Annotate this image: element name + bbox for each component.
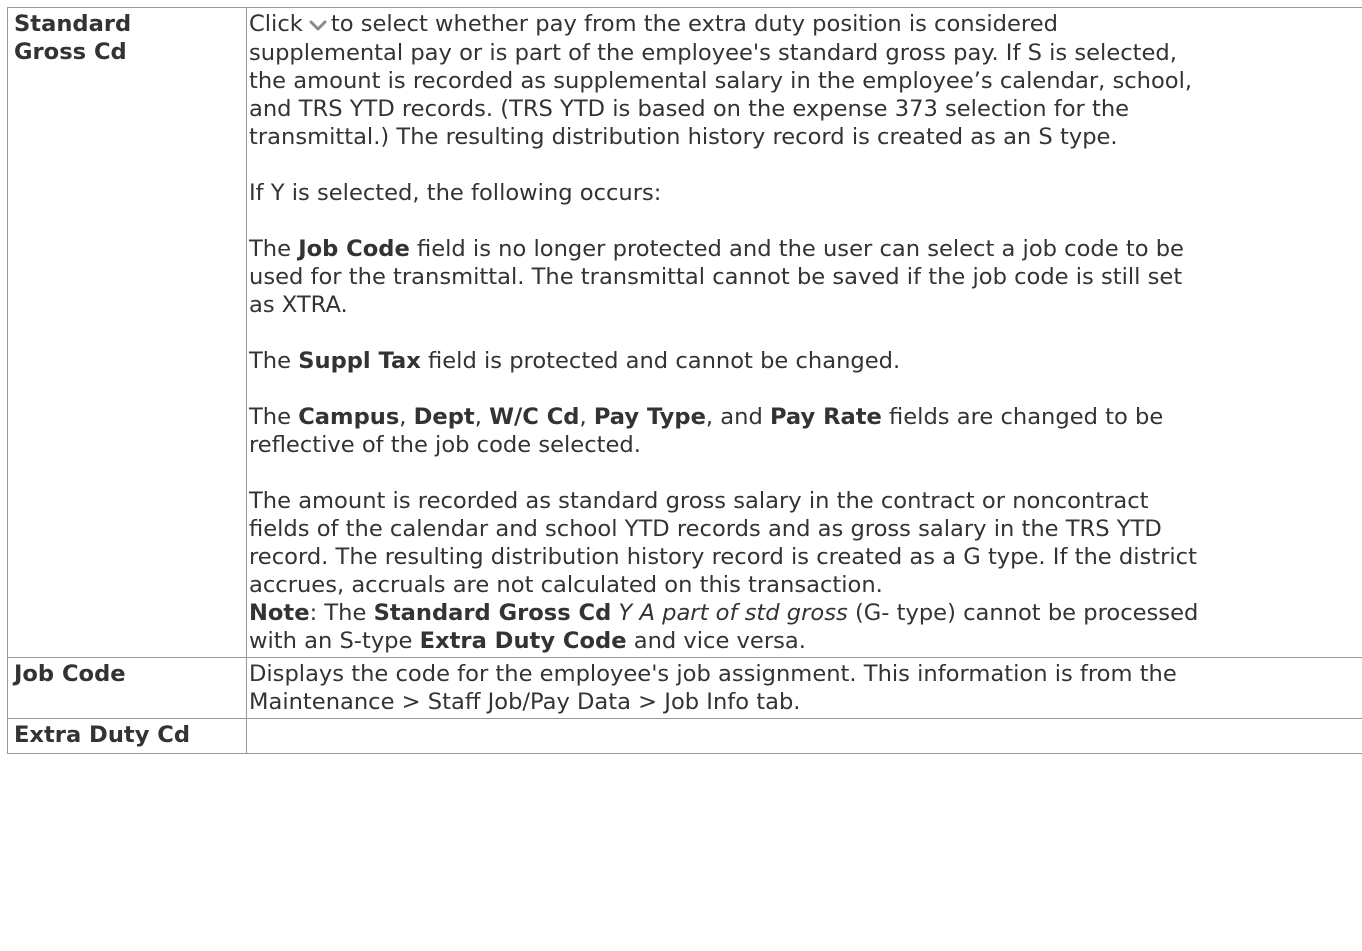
text-fragment: field is protected and cannot be changed…: [428, 348, 901, 374]
field-description-cell: Click to select whether pay from the extr…: [246, 7, 1362, 658]
description-paragraph: The amount is recorded as standard gross…: [249, 487, 1362, 599]
field-description-cell: [246, 718, 1362, 754]
text-line: reflective of the job code selected.: [249, 432, 641, 458]
field-name-bold: Suppl Tax: [298, 348, 421, 374]
description-paragraph: The Job Code field is no longer protecte…: [249, 235, 1362, 319]
field-name-bold: Dept: [413, 404, 475, 430]
field-label-cell: Extra Duty Cd: [7, 718, 247, 754]
field-name-bold: Standard Gross Cd: [373, 600, 612, 626]
field-label-cell: Standard Gross Cd: [7, 7, 247, 658]
text-line: transmittal.) The resulting distribution…: [249, 124, 1118, 150]
text-line: used for the transmittal. The transmitta…: [249, 264, 1183, 290]
table-row: Job Code Displays the code for the emplo…: [7, 657, 1362, 719]
field-definition-table: Standard Gross Cd Click to select whether…: [7, 7, 1362, 754]
text-fragment: : The: [309, 600, 367, 626]
description-paragraph: Click to select whether pay from the extr…: [249, 10, 1362, 151]
table-row: Extra Duty Cd: [7, 718, 1362, 754]
text-fragment: The: [249, 348, 292, 374]
field-description-cell: Displays the code for the employee's job…: [246, 657, 1362, 719]
text-fragment: (G- type) cannot be processed: [854, 600, 1199, 626]
text-line: Displays the code for the employee's job…: [249, 661, 1177, 687]
text-fragment: fields are changed to be: [889, 404, 1164, 430]
text-line: fields of the calendar and school YTD re…: [249, 516, 1162, 542]
text-fragment: , and: [705, 404, 763, 430]
field-name-bold: Job Code: [298, 236, 410, 262]
field-label-line: Gross Cd: [14, 39, 127, 65]
text-fragment: The: [249, 236, 292, 262]
table-row: Standard Gross Cd Click to select whether…: [7, 7, 1362, 658]
field-name-bold: Campus: [298, 404, 400, 430]
text-line: record. The resulting distribution histo…: [249, 544, 1197, 570]
note-paragraph: Note: The Standard Gross Cd Y A part of …: [249, 599, 1362, 655]
field-name-bold: W/C Cd: [489, 404, 580, 430]
description-paragraph: If Y is selected, the following occurs:: [249, 180, 662, 206]
note-label: Note: [249, 600, 310, 626]
text-line: the amount is recorded as supplemental s…: [249, 68, 1193, 94]
text-fragment: field is no longer protected and the use…: [416, 236, 1184, 262]
text-fragment: with an S-type: [249, 628, 413, 654]
text-fragment: ,: [579, 404, 587, 430]
description-paragraph: The Campus, Dept, W/C Cd, Pay Type, and …: [249, 403, 1362, 459]
text-line: as XTRA.: [249, 292, 348, 318]
field-name-bold: Extra Duty Code: [419, 628, 627, 654]
field-label-cell: Job Code: [7, 657, 247, 719]
text-fragment: ,: [399, 404, 407, 430]
text-fragment: to select whether pay from the extra dut…: [330, 11, 1058, 37]
field-name-bold: Pay Rate: [769, 404, 882, 430]
option-value-italic: Y A part of std gross: [618, 600, 848, 626]
field-label-line: Standard: [14, 11, 132, 37]
text-fragment: and vice versa.: [633, 628, 806, 654]
description-paragraph: The Suppl Tax field is protected and can…: [249, 347, 1362, 375]
text-fragment: ,: [474, 404, 482, 430]
text-line: Maintenance > Staff Job/Pay Data > Job I…: [249, 689, 801, 715]
field-name-bold: Pay Type: [593, 404, 706, 430]
text-line: and TRS YTD records. (TRS YTD is based o…: [249, 96, 1130, 122]
chevron-down-icon: [309, 11, 327, 39]
text-line: supplemental pay or is part of the emplo…: [249, 40, 1177, 66]
text-line: accrues, accruals are not calculated on …: [249, 572, 883, 598]
text-fragment: The: [249, 404, 292, 430]
text-line: The amount is recorded as standard gross…: [249, 488, 1149, 514]
text-fragment: Click: [249, 11, 303, 37]
